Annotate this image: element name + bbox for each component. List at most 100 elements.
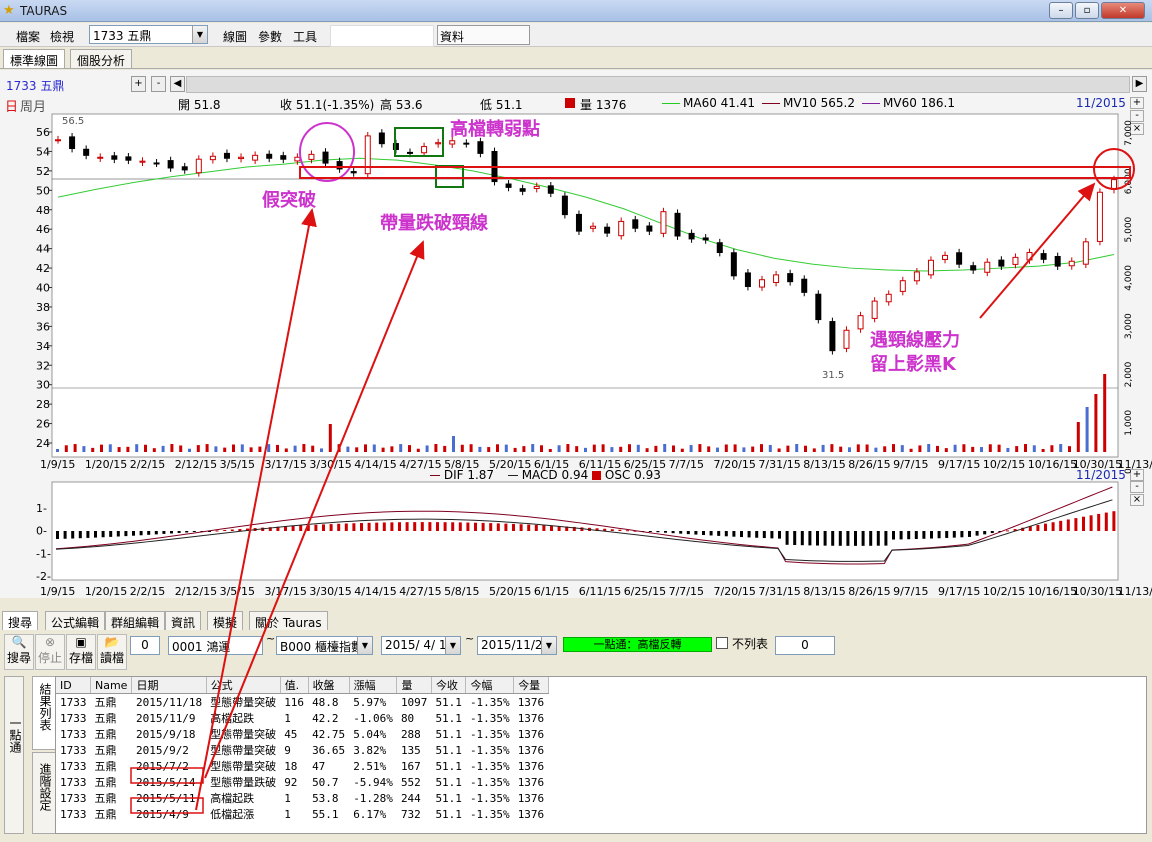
window-title: TAURAS bbox=[20, 4, 68, 18]
table-row[interactable]: 1733 五鼎 2015/11/18 型態帶量突破 116 48.8 5.97% 1097 51… bbox=[56, 694, 548, 711]
zoom-in-button[interactable]: + bbox=[131, 76, 146, 92]
zoom-out-button[interactable]: - bbox=[151, 76, 166, 92]
osc-bar bbox=[474, 522, 477, 531]
macd-date-tick: 3/5/15 bbox=[220, 585, 255, 598]
candle-body bbox=[378, 132, 385, 145]
table-row[interactable]: 1733 五鼎 2015/5/11 高檔起跌 1 53.8 -1.28% 244 51.1 -1.… bbox=[56, 790, 548, 806]
chart-scrollbar[interactable] bbox=[186, 76, 1130, 93]
close-button[interactable]: ✕ bbox=[1101, 2, 1145, 19]
close-price: 收 51.1(-1.35%) bbox=[280, 98, 375, 112]
table-cell: 五鼎 bbox=[94, 760, 117, 773]
nolist-checkbox[interactable] bbox=[716, 637, 728, 649]
column-header[interactable]: 收盤 bbox=[308, 677, 350, 694]
candle-body bbox=[322, 151, 329, 164]
tab-group-edit[interactable]: 群組編輯 bbox=[105, 611, 166, 630]
column-header[interactable]: 日期 bbox=[131, 677, 207, 694]
osc-bar bbox=[747, 531, 751, 538]
side-tab-advanced[interactable]: 進階設定 bbox=[32, 752, 56, 834]
scroll-left-button[interactable]: ◀ bbox=[170, 76, 185, 92]
tab-about[interactable]: 關於 Tauras bbox=[249, 611, 328, 630]
candle-body bbox=[970, 265, 977, 271]
menu-params[interactable]: 參數 bbox=[258, 28, 282, 45]
ma60-legend-icon bbox=[662, 103, 680, 104]
osc-bar bbox=[398, 522, 401, 531]
maximize-button[interactable]: ▫ bbox=[1075, 2, 1099, 19]
date-to-field[interactable]: 2015/11/21 ▼ bbox=[477, 636, 557, 655]
osc-bar bbox=[314, 524, 318, 531]
signal-name[interactable]: 一點通：高檔反轉 bbox=[563, 637, 712, 652]
osc-bar bbox=[147, 531, 151, 535]
table-cell: 高檔起跌 bbox=[210, 792, 255, 805]
osc-bar bbox=[899, 531, 903, 540]
stop-button[interactable]: ⊗ 停止 bbox=[35, 634, 65, 670]
scroll-right-button[interactable]: ▶ bbox=[1132, 76, 1147, 92]
minimize-button[interactable]: – bbox=[1049, 2, 1073, 19]
column-header[interactable]: 值. bbox=[280, 677, 309, 694]
table-cell: -1.35% bbox=[469, 727, 510, 741]
from-stock-field[interactable]: 0001 鴻運 bbox=[168, 636, 263, 655]
table-row[interactable]: 1733 五鼎 2015/9/18 型態帶量突破 45 42.75 5.04% 288 51.1… bbox=[56, 726, 548, 742]
volume-bar bbox=[645, 448, 649, 452]
column-header[interactable]: 今幅 bbox=[465, 677, 515, 694]
side-tab-results[interactable]: 結果列表 bbox=[32, 676, 56, 750]
volume-bar bbox=[1076, 422, 1080, 452]
column-header[interactable]: 今量 bbox=[513, 677, 549, 694]
table-cell: 135 bbox=[400, 743, 421, 757]
save-button[interactable]: ▣ 存檔 bbox=[66, 634, 96, 670]
volume-bar bbox=[654, 445, 658, 452]
date-from-field[interactable]: 2015/ 4/ 1 ▼ bbox=[381, 636, 461, 655]
menu-view[interactable]: 檢視 bbox=[50, 28, 74, 45]
volume-bar bbox=[742, 447, 746, 452]
column-header[interactable]: ID bbox=[56, 677, 91, 694]
column-header[interactable]: 今收 bbox=[431, 677, 467, 694]
chevron-down-icon[interactable]: ▼ bbox=[192, 26, 207, 43]
tab-formula-edit[interactable]: 公式編輯 bbox=[45, 611, 106, 630]
chart-add-button[interactable]: + bbox=[1130, 97, 1144, 109]
table-row[interactable]: 1733 五鼎 2015/11/9 高檔起跌 1 42.2 -1.06% 80 51.1 -1.3… bbox=[56, 710, 548, 726]
candle-body bbox=[575, 213, 582, 232]
candle-body bbox=[407, 151, 413, 154]
table-row[interactable]: 1733 五鼎 2015/7/2 型態帶量突破 18 47 2.51% 167 51.1 -1.3… bbox=[56, 758, 548, 774]
table-row[interactable]: 1733 五鼎 2015/4/9 低檔起漲 1 55.1 6.17% 732 51.1 -1.35… bbox=[56, 806, 548, 822]
osc-bar bbox=[458, 522, 462, 531]
macd-date-tick: 10/2/15 bbox=[983, 585, 1025, 598]
volume-bar bbox=[337, 444, 341, 452]
volume-bar bbox=[188, 448, 191, 452]
load-button[interactable]: 📂 讀檔 bbox=[97, 634, 127, 670]
tab-info[interactable]: 資訊 bbox=[165, 611, 202, 630]
chevron-down-icon[interactable]: ▼ bbox=[541, 637, 556, 654]
search-button[interactable]: 🔍 搜尋 bbox=[4, 634, 34, 670]
date-tilde: ~ bbox=[465, 632, 475, 645]
price-axis: 56 54 52 50 48 46 44 42 40 38 36 34 32 30 28 26 24 bbox=[36, 126, 52, 450]
stock-select[interactable]: 1733 五鼎 ▼ bbox=[89, 25, 208, 44]
tab-stock-analysis[interactable]: 個股分析 bbox=[70, 49, 133, 68]
column-header[interactable]: Name bbox=[90, 677, 133, 694]
osc-bar bbox=[983, 531, 987, 535]
tab-simulate[interactable]: 模擬 bbox=[207, 611, 244, 630]
candle-body bbox=[561, 195, 568, 216]
chevron-down-icon[interactable]: ▼ bbox=[357, 637, 372, 654]
volume-bar bbox=[531, 444, 535, 452]
column-header[interactable]: 漲幅 bbox=[349, 677, 398, 694]
side-tab-oneclick[interactable]: 一點通 bbox=[4, 676, 24, 834]
folder-icon: 📂 bbox=[104, 635, 120, 649]
table-cell: 51.1 bbox=[435, 711, 462, 725]
menu-tools[interactable]: 工具 bbox=[293, 28, 317, 45]
volume-bar bbox=[566, 444, 570, 452]
tab-standard-chart[interactable]: 標準線圖 bbox=[3, 49, 66, 68]
table-cell: 36.65 bbox=[312, 743, 346, 757]
volume-bar bbox=[161, 445, 165, 452]
menu-chart[interactable]: 線圖 bbox=[223, 28, 247, 45]
chevron-down-icon[interactable]: ▼ bbox=[445, 637, 460, 654]
osc-bar bbox=[664, 531, 667, 533]
menu-file[interactable]: 檔案 bbox=[16, 28, 40, 45]
table-row[interactable]: 1733 五鼎 2015/9/2 型態帶量突破 9 36.65 3.82% 135 51.1 -1… bbox=[56, 742, 548, 758]
osc-bar bbox=[63, 531, 67, 539]
table-row[interactable]: 1733 五鼎 2015/5/14 型態帶量跌破 92 50.7 -5.94% 552 51.1… bbox=[56, 774, 548, 790]
volume-bar bbox=[1103, 374, 1107, 452]
candle-body bbox=[590, 225, 597, 229]
tab-search[interactable]: 搜尋 bbox=[2, 611, 39, 630]
index-select[interactable]: B000 櫃檯指數 ▼ bbox=[276, 636, 373, 655]
column-header[interactable]: 公式 bbox=[206, 677, 281, 694]
column-header[interactable]: 量 bbox=[396, 677, 432, 694]
